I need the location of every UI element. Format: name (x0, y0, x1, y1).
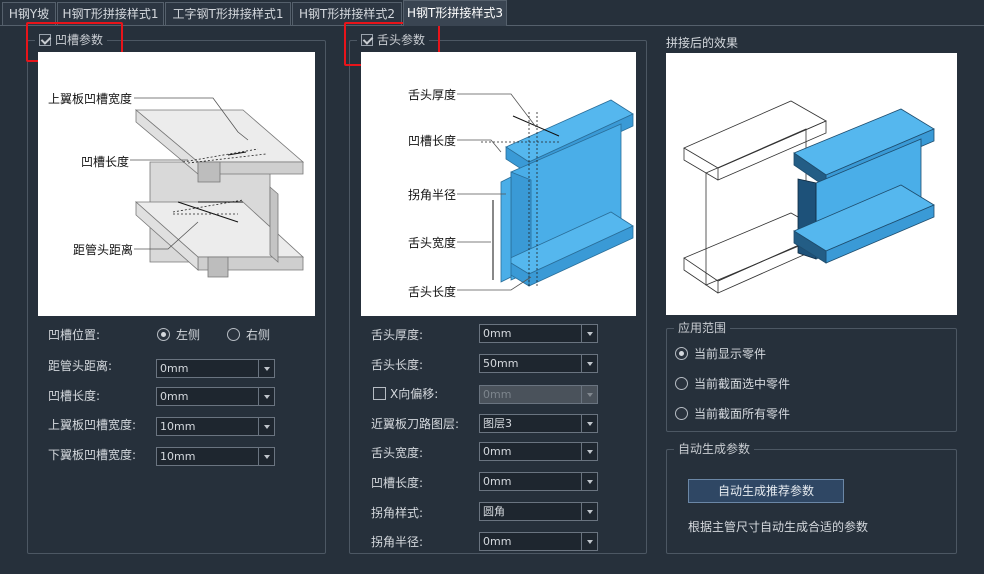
tongue-width-label: 舌头宽度: (371, 446, 424, 460)
scope-option-radio-1[interactable] (675, 347, 688, 360)
pipe-end-distance-combo[interactable]: 0mm (156, 359, 275, 378)
corner-radius-label: 拐角半径: (371, 535, 424, 549)
tab-h-steel-t-splice-2[interactable]: H钢T形拼接样式2 (292, 2, 402, 26)
tongue-params-title: 舌头参数 (377, 33, 426, 47)
lower-flange-width-combo[interactable]: 10mm (156, 447, 275, 466)
x-offset-checkbox[interactable] (373, 387, 386, 400)
chevron-down-icon[interactable] (258, 388, 274, 405)
scope-option-radio-2[interactable] (675, 377, 688, 390)
near-flange-layer-combo[interactable]: 图层3 (479, 414, 598, 433)
near-flange-layer-value: 图层3 (483, 417, 512, 430)
groove-position-label: 凹槽位置: (48, 328, 101, 342)
chevron-down-icon (581, 386, 597, 403)
tongue-thickness-value: 0mm (483, 327, 512, 340)
result-title: 拼接后的效果 (666, 36, 739, 50)
corner-radius-value: 0mm (483, 535, 512, 548)
near-flange-layer-label: 近翼板刀路图层: (371, 417, 460, 431)
upper-flange-width-value: 10mm (160, 420, 196, 433)
groove-length-value: 0mm (160, 390, 189, 403)
tab-h-steel-t-splice-3[interactable]: H钢T形拼接样式3 (403, 0, 507, 26)
groove-length-combo[interactable]: 0mm (156, 387, 275, 406)
upper-flange-width-label: 上翼板凹槽宽度: (48, 418, 137, 432)
label-tongue-thickness: 舌头厚度 (408, 88, 457, 102)
result-preview (666, 53, 957, 315)
auto-generate-button[interactable]: 自动生成推荐参数 (688, 479, 844, 503)
scope-option-label-1: 当前显示零件 (694, 347, 767, 361)
corner-style-value: 圆角 (483, 505, 505, 518)
groove-position-right-label: 右侧 (246, 328, 271, 342)
label-corner-radius: 拐角半径 (408, 188, 457, 202)
tongue-thickness-combo[interactable]: 0mm (479, 324, 598, 343)
chevron-down-icon[interactable] (581, 503, 597, 520)
corner-style-label: 拐角样式: (371, 506, 424, 520)
tongue-length-value: 50mm (483, 357, 519, 370)
corner-radius-combo[interactable]: 0mm (479, 532, 598, 551)
groove-params-title: 凹槽参数 (55, 33, 104, 47)
tongue-groove-length-value: 0mm (483, 475, 512, 488)
tongue-length-combo[interactable]: 50mm (479, 354, 598, 373)
corner-style-combo[interactable]: 圆角 (479, 502, 598, 521)
label-tongue-groove-length: 凹槽长度 (408, 134, 457, 148)
x-offset-value: 0mm (483, 388, 512, 401)
chevron-down-icon[interactable] (581, 355, 597, 372)
tongue-params-checkbox[interactable] (361, 34, 373, 46)
tab-h-steel-y-slope[interactable]: H钢Y坡 (2, 2, 56, 26)
tongue-diagram: 舌头厚度 凹槽长度 拐角半径 舌头宽度 舌头长度 (361, 52, 636, 316)
groove-diagram: 上翼板凹槽宽度 凹槽长度 距管头距离 (38, 52, 315, 316)
groove-params-legend[interactable]: 凹槽参数 (35, 33, 108, 47)
scope-option-label-2: 当前截面选中零件 (694, 377, 791, 391)
groove-params-checkbox[interactable] (39, 34, 51, 46)
pipe-end-distance-label: 距管头距离: (48, 359, 113, 373)
groove-position-right-radio[interactable] (227, 328, 240, 341)
chevron-down-icon[interactable] (581, 443, 597, 460)
label-groove-length: 凹槽长度 (81, 155, 130, 169)
tongue-length-label: 舌头长度: (371, 358, 424, 372)
label-tongue-width: 舌头宽度 (408, 236, 457, 250)
chevron-down-icon[interactable] (258, 448, 274, 465)
chevron-down-icon[interactable] (258, 418, 274, 435)
auto-params-title: 自动生成参数 (674, 442, 755, 456)
tongue-thickness-label: 舌头厚度: (371, 328, 424, 342)
tab-i-steel-t-splice-1[interactable]: 工字钢T形拼接样式1 (165, 2, 291, 26)
x-offset-combo: 0mm (479, 385, 598, 404)
label-pipe-end-distance: 距管头距离 (73, 243, 134, 257)
tab-bar: H钢Y坡 H钢T形拼接样式1 工字钢T形拼接样式1 H钢T形拼接样式2 H钢T形… (0, 0, 984, 26)
pipe-end-distance-value: 0mm (160, 362, 189, 375)
chevron-down-icon[interactable] (581, 473, 597, 490)
groove-length-label: 凹槽长度: (48, 389, 101, 403)
x-offset-label: X向偏移: (390, 387, 439, 401)
tongue-groove-length-label: 凹槽长度: (371, 476, 424, 490)
tongue-params-legend[interactable]: 舌头参数 (357, 33, 430, 47)
lower-flange-width-value: 10mm (160, 450, 196, 463)
groove-position-left-radio[interactable] (157, 328, 170, 341)
chevron-down-icon[interactable] (258, 360, 274, 377)
chevron-down-icon[interactable] (581, 533, 597, 550)
scope-option-radio-3[interactable] (675, 407, 688, 420)
chevron-down-icon[interactable] (581, 415, 597, 432)
lower-flange-width-label: 下翼板凹槽宽度: (48, 448, 137, 462)
tab-h-steel-t-splice-1[interactable]: H钢T形拼接样式1 (57, 2, 164, 26)
auto-generate-hint: 根据主管尺寸自动生成合适的参数 (688, 520, 869, 534)
upper-flange-width-combo[interactable]: 10mm (156, 417, 275, 436)
tongue-width-combo[interactable]: 0mm (479, 442, 598, 461)
scope-title: 应用范围 (674, 321, 731, 335)
label-upper-flange-groove-width: 上翼板凹槽宽度 (48, 92, 133, 106)
chevron-down-icon[interactable] (581, 325, 597, 342)
tongue-width-value: 0mm (483, 445, 512, 458)
groove-position-left-label: 左侧 (176, 328, 201, 342)
label-tongue-length: 舌头长度 (408, 285, 457, 299)
scope-option-label-3: 当前截面所有零件 (694, 407, 791, 421)
tongue-groove-length-combo[interactable]: 0mm (479, 472, 598, 491)
